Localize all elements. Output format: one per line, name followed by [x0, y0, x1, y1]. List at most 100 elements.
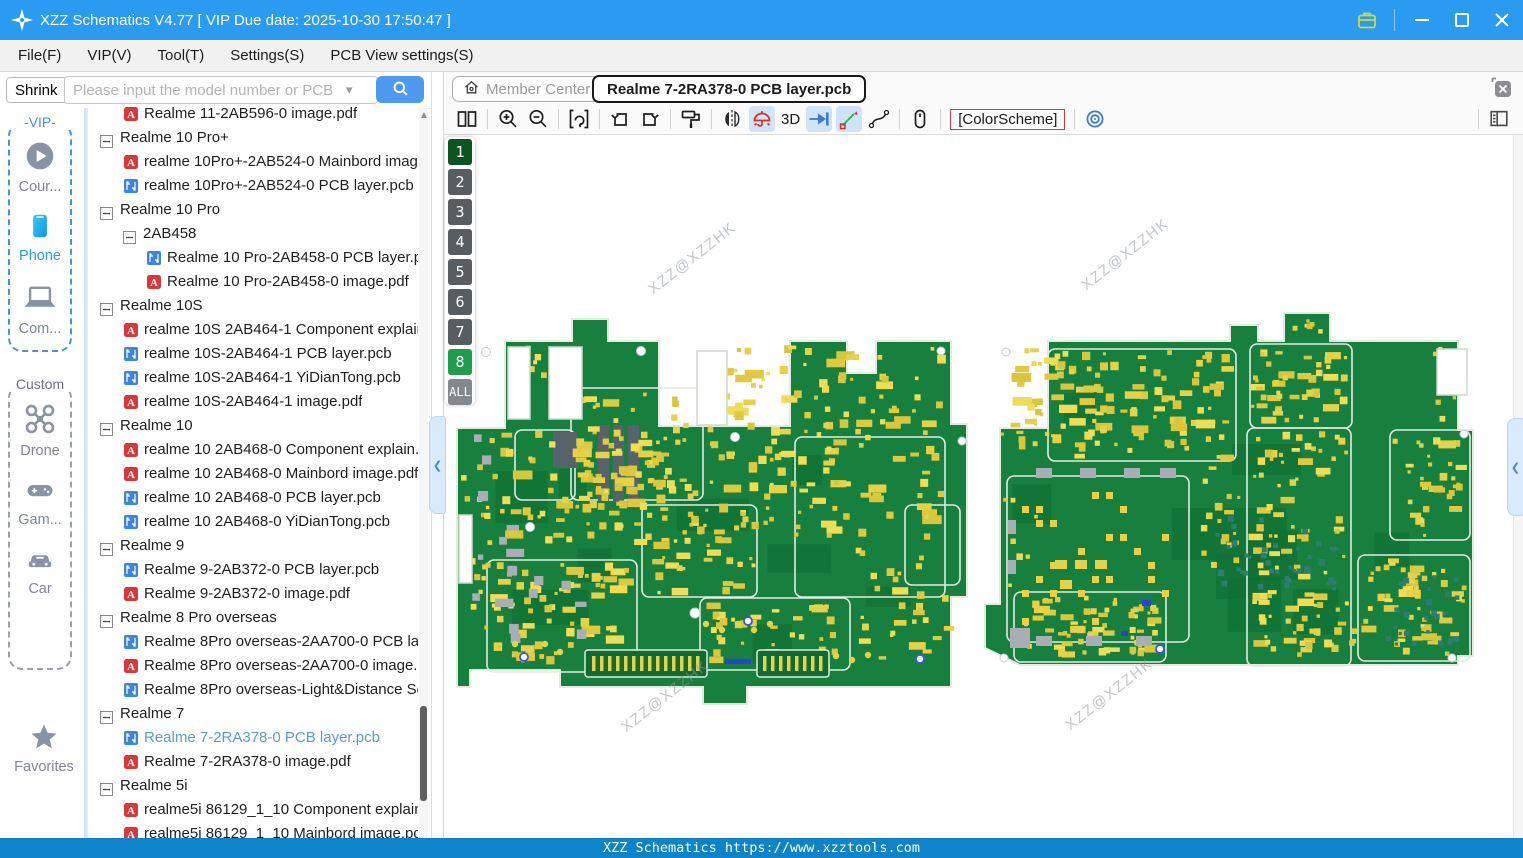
minimize-icon[interactable] — [1409, 7, 1435, 33]
tree-file[interactable]: Realme 10 Pro-2AB458-0 PCB layer.pcb — [88, 246, 418, 270]
layer-button-7[interactable]: 7 — [448, 319, 472, 345]
sidebar-item-gam[interactable]: Gam... — [10, 475, 70, 528]
tree-collapse-handle[interactable]: ❮ — [429, 416, 446, 514]
expander-icon[interactable] — [100, 780, 113, 793]
pcb-icon — [123, 370, 139, 386]
expander-icon[interactable] — [100, 300, 113, 313]
menu-item-1[interactable]: VIP(V) — [87, 47, 131, 64]
colorscheme-button[interactable]: [ColorScheme] — [950, 109, 1065, 130]
menu-item-0[interactable]: File(F) — [18, 47, 61, 64]
expander-icon[interactable] — [100, 612, 113, 625]
tree-folder[interactable]: Realme 10S — [88, 294, 418, 318]
sidebar-item-favorites[interactable]: Favorites — [8, 722, 80, 775]
expander-icon[interactable] — [100, 132, 113, 145]
sidebar-item-car[interactable]: Car — [10, 544, 70, 597]
step-arrow-icon[interactable] — [806, 106, 832, 132]
curve-icon[interactable] — [866, 106, 892, 132]
expander-icon[interactable] — [123, 228, 136, 241]
tree-folder[interactable]: Realme 10 Pro+ — [88, 126, 418, 150]
tree-folder[interactable]: Realme 10 — [88, 414, 418, 438]
tree-folder[interactable]: Realme 10 Pro — [88, 198, 418, 222]
zoom-out-icon[interactable] — [525, 106, 551, 132]
refresh-icon[interactable] — [566, 106, 592, 132]
tree-file[interactable]: Realme 9-2AB372-0 PCB layer.pcb — [88, 558, 418, 582]
panel-toggle-icon[interactable] — [1487, 108, 1511, 130]
menu-item-4[interactable]: PCB View settings(S) — [330, 47, 473, 64]
tree-file[interactable]: ARealme 7-2RA378-0 image.pdf — [88, 750, 418, 774]
tree-file[interactable]: realme 10 2AB468-0 PCB layer.pcb — [88, 486, 418, 510]
layer-button-all[interactable]: ALL — [448, 379, 472, 405]
expander-icon[interactable] — [100, 204, 113, 217]
tree-folder[interactable]: Realme 9 — [88, 534, 418, 558]
svg-text:XZZ@XZZHK: XZZ@XZZHK — [1062, 655, 1156, 734]
tree-file[interactable]: Arealme5i 86129_1_10 Component explain.p… — [88, 798, 418, 822]
eye-icon[interactable] — [1082, 106, 1108, 132]
tree-file[interactable]: realme 10S-2AB464-1 YiDianTong.pcb — [88, 366, 418, 390]
measure-pen-icon[interactable] — [836, 106, 862, 132]
tree-folder[interactable]: Realme 5i — [88, 774, 418, 798]
expander-icon[interactable] — [100, 540, 113, 553]
tree-file[interactable]: Arealme 10S 2AB464-1 Component explain.p… — [88, 318, 418, 342]
tree-file[interactable]: realme 10 2AB468-0 YiDianTong.pcb — [88, 510, 418, 534]
search-input[interactable] — [64, 76, 378, 104]
tree-item-label: Realme 9-2AB372-0 PCB layer.pcb — [144, 558, 379, 582]
tree-file[interactable]: Realme 8Pro overseas-2AA700-0 PCB layer.… — [88, 630, 418, 654]
rotate-left-icon[interactable] — [607, 106, 633, 132]
expander-icon[interactable] — [100, 708, 113, 721]
layer-button-8[interactable]: 8 — [448, 349, 472, 375]
tree-file[interactable]: Arealme 10 2AB468-0 Component explain.pd… — [88, 438, 418, 462]
tree-file[interactable]: Arealme5i 86129_1_10 Mainbord image.pdf — [88, 822, 418, 838]
sidebar-item-drone[interactable]: Drone — [10, 402, 70, 459]
menu-item-3[interactable]: Settings(S) — [230, 47, 304, 64]
tree-file[interactable]: ARealme 10 Pro-2AB458-0 image.pdf — [88, 270, 418, 294]
close-all-icon[interactable] — [1489, 76, 1513, 100]
layer-button-1[interactable]: 1 — [448, 139, 472, 165]
tree-file[interactable]: Arealme 10 2AB468-0 Mainbord image.pdf — [88, 462, 418, 486]
tree-folder[interactable]: Realme 8 Pro overseas — [88, 606, 418, 630]
sidebar-item-cour[interactable]: Cour... — [10, 140, 70, 195]
tree-file[interactable]: ARealme 11-2AB596-0 image.pdf — [88, 106, 418, 126]
chevron-up-icon[interactable]: ▲ — [419, 110, 428, 121]
tree-file[interactable]: ARealme 8Pro overseas-2AA700-0 image.pdf — [88, 654, 418, 678]
layer-button-3[interactable]: 3 — [448, 199, 472, 225]
close-icon[interactable] — [1489, 7, 1515, 33]
mirror-flip-icon[interactable] — [719, 106, 745, 132]
layer-button-2[interactable]: 2 — [448, 169, 472, 195]
zoom-in-icon[interactable] — [495, 106, 521, 132]
paint-roller-icon[interactable] — [678, 106, 704, 132]
tree-file[interactable]: Arealme 10Pro+-2AB524-0 Mainbord image.p… — [88, 150, 418, 174]
tree-scrollbar-thumb[interactable] — [420, 706, 427, 801]
svg-text:A: A — [127, 470, 135, 481]
tree-file[interactable]: Arealme 10S-2AB464-1 image.pdf — [88, 390, 418, 414]
maximize-icon[interactable] — [1449, 7, 1475, 33]
tree-file[interactable]: Realme 7-2RA378-0 PCB layer.pcb — [88, 726, 418, 750]
document-tab[interactable]: Realme 7-2RA378-0 PCB layer.pcb — [592, 75, 866, 103]
tree-file[interactable]: realme 10S-2AB464-1 PCB layer.pcb — [88, 342, 418, 366]
rotate-right-icon[interactable] — [637, 106, 663, 132]
shrink-button[interactable]: Shrink — [6, 77, 67, 103]
mouse-icon[interactable] — [907, 106, 933, 132]
member-center-button[interactable]: Member Center — [452, 76, 601, 102]
layer-button-6[interactable]: 6 — [448, 289, 472, 315]
search-button[interactable] — [376, 76, 424, 103]
tree-folder[interactable]: 2AB458 — [88, 222, 418, 246]
expander-icon[interactable] — [100, 420, 113, 433]
sidebar-item-com[interactable]: Com... — [10, 280, 70, 337]
sidebar-item-phone[interactable]: Phone — [10, 211, 70, 264]
pcb-canvas[interactable]: XZZ@XZZHKXZZ@XZZHKXZZ@XZZHKXZZ@XZZHK — [444, 135, 1523, 838]
briefcase-icon[interactable] — [1354, 7, 1380, 33]
tree-scrollbar[interactable]: ▲ — [419, 108, 428, 838]
tree-folder[interactable]: Realme 7 — [88, 702, 418, 726]
right-panel-handle[interactable]: ❮ — [1507, 418, 1523, 516]
lamp-icon[interactable] — [749, 106, 775, 132]
3d-toggle[interactable]: 3D — [781, 111, 800, 128]
menu-item-2[interactable]: Tool(T) — [158, 47, 205, 64]
chevron-down-icon[interactable]: ▾ — [346, 82, 353, 98]
layer-button-5[interactable]: 5 — [448, 259, 472, 285]
layer-button-4[interactable]: 4 — [448, 229, 472, 255]
tree-file[interactable]: realme 10Pro+-2AB524-0 PCB layer.pcb — [88, 174, 418, 198]
tree-file[interactable]: Realme 8Pro overseas-Light&Distance Sens… — [88, 678, 418, 702]
split-view-icon[interactable] — [454, 106, 480, 132]
toolbar-separator — [1074, 109, 1075, 129]
tree-file[interactable]: ARealme 9-2AB372-0 image.pdf — [88, 582, 418, 606]
